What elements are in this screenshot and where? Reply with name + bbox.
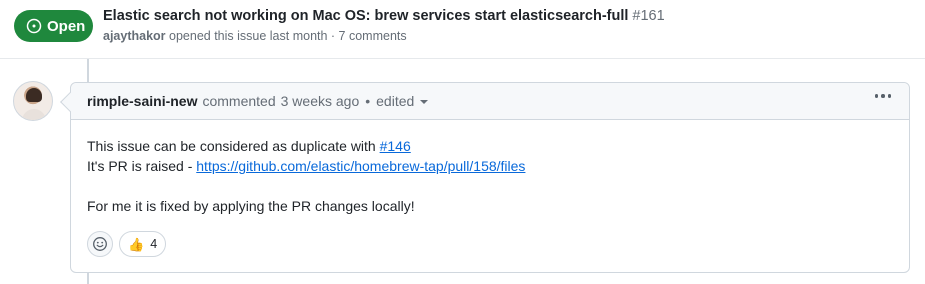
- issue-author-link[interactable]: ajaythakor: [103, 29, 166, 43]
- chevron-down-icon: [420, 100, 429, 104]
- comment-body: This issue can be considered as duplicat…: [71, 120, 909, 216]
- thumbs-up-reaction[interactable]: 👍 4: [119, 231, 167, 257]
- comment-separator: •: [365, 93, 371, 109]
- reactions-bar: 👍 4: [87, 231, 167, 257]
- issue-meta-text: opened this issue last month · 7 comment…: [169, 29, 407, 43]
- issue-state-label: Open: [47, 17, 86, 35]
- comment-line-3: For me it is fixed by applying the PR ch…: [87, 198, 415, 214]
- issue-meta: ajaythakor opened this issue last month …: [103, 29, 407, 43]
- edited-label[interactable]: edited: [376, 93, 414, 109]
- issue-title[interactable]: Elastic search not working on Mac OS: br…: [103, 8, 665, 24]
- avatar[interactable]: [13, 81, 53, 121]
- comment-timestamp[interactable]: 3 weeks ago: [281, 93, 360, 109]
- issue-title-text[interactable]: Elastic search not working on Mac OS: br…: [103, 8, 628, 24]
- kebab-horizontal-icon[interactable]: [874, 94, 891, 98]
- comment-action: commented: [202, 93, 276, 109]
- pr-link[interactable]: https://github.com/elastic/homebrew-tap/…: [196, 158, 525, 174]
- reaction-count: 4: [150, 237, 158, 251]
- comment-box: rimple-saini-new commented 3 weeks ago •…: [70, 82, 910, 273]
- issue-header: Open Elastic search not working on Mac O…: [0, 0, 925, 58]
- comment-line-1: This issue can be considered as duplicat…: [87, 138, 411, 154]
- edited-dropdown[interactable]: edited: [376, 93, 429, 109]
- issue-opened-icon: [26, 18, 42, 34]
- comment-author-link[interactable]: rimple-saini-new: [87, 93, 197, 109]
- issue-reference-link[interactable]: #146: [380, 138, 411, 154]
- thumbs-up-icon: 👍: [128, 236, 145, 252]
- comment-line-2: It's PR is raised - https://github.com/e…: [87, 158, 526, 174]
- issue-state-badge: Open: [14, 10, 93, 42]
- issue-number: #161: [632, 8, 665, 24]
- smiley-icon[interactable]: [87, 231, 113, 257]
- header-divider: [0, 58, 925, 59]
- comment-header: rimple-saini-new commented 3 weeks ago •…: [71, 83, 909, 120]
